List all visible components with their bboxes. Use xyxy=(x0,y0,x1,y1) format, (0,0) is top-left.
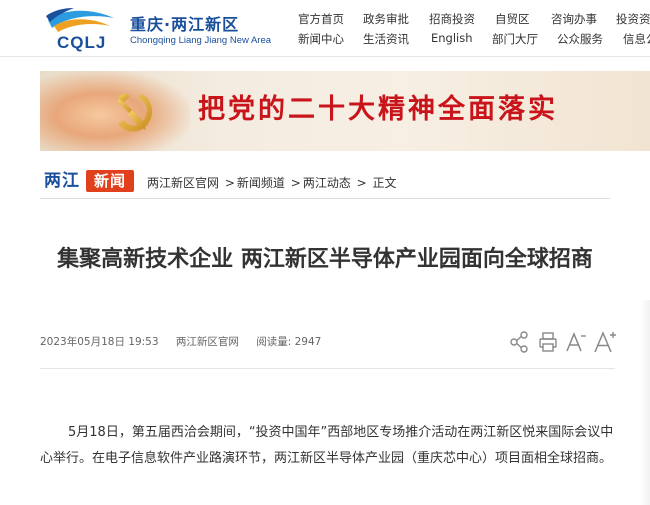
print-icon[interactable] xyxy=(538,330,558,354)
nav-item-investment[interactable]: 招商投资 xyxy=(429,11,475,27)
nav-item-public-service[interactable]: 公众服务 xyxy=(557,31,603,47)
nav-item-home[interactable]: 官方首页 xyxy=(298,11,344,27)
nav-item-approval[interactable]: 政务审批 xyxy=(363,11,409,27)
nav-item-departments[interactable]: 部门大厅 xyxy=(492,31,538,47)
site-logo[interactable]: CQLJ 重庆·两江新区 Chongqing Liang Jiang New A… xyxy=(44,6,284,52)
breadcrumb: 两江新区官网 > 新闻频道 > 两江动态 > 正文 xyxy=(147,174,397,191)
article-tools xyxy=(509,330,619,354)
breadcrumb-item-liangjiang-updates[interactable]: 两江动态 xyxy=(303,176,351,190)
breadcrumb-item-news-channel[interactable]: 新闻频道 xyxy=(237,176,285,190)
banner-slogan: 把党的二十大精神全面落实 xyxy=(198,94,558,125)
breadcrumb-item-official-site[interactable]: 两江新区官网 xyxy=(147,176,219,190)
article-title: 集聚高新技术企业 两江新区半导体产业园面向全球招商 xyxy=(57,247,593,272)
news-logo-left: 两江 xyxy=(44,171,80,191)
breadcrumb-separator: > xyxy=(290,176,301,190)
campaign-banner[interactable]: 把党的二十大精神全面落实 xyxy=(40,71,650,151)
page-scrollbar[interactable] xyxy=(640,300,650,505)
news-logo-right: 新闻 xyxy=(86,170,134,192)
nav-item-ftz[interactable]: 自贸区 xyxy=(495,11,530,27)
nav-item-info-disclosure[interactable]: 信息公 xyxy=(623,31,650,47)
article-meta: 2023年05月18日 19:53 两江新区官网 阅读量: 2947 xyxy=(40,334,335,349)
share-icon[interactable] xyxy=(509,330,531,354)
breadcrumb-bar: 两江 新闻 两江新区官网 > 新闻频道 > 两江动态 > 正文 xyxy=(40,163,610,199)
breadcrumb-separator: > xyxy=(224,176,235,190)
article-paragraph: 5月18日，第五届西洽会期间，“投资中国年”西部地区专场推介活动在两江新区悦来国… xyxy=(40,425,614,466)
nav-item-life[interactable]: 生活资讯 xyxy=(363,31,409,47)
logo-abbr: CQLJ xyxy=(57,33,107,52)
article-date: 2023年05月18日 19:53 xyxy=(40,336,159,348)
liangjiang-news-logo[interactable]: 两江 新闻 xyxy=(44,169,140,193)
font-increase-icon[interactable] xyxy=(593,330,617,354)
logo-title: 重庆·两江新区 xyxy=(130,15,240,34)
views-label: 阅读量: xyxy=(256,336,292,348)
breadcrumb-separator: > xyxy=(356,176,367,190)
nav-item-consult[interactable]: 咨询办事 xyxy=(551,11,597,27)
party-emblem-icon xyxy=(117,93,153,132)
nav-item-english[interactable]: English xyxy=(431,31,473,45)
breadcrumb-item-current: 正文 xyxy=(372,176,397,190)
views-count: 2947 xyxy=(294,336,322,348)
article-source: 两江新区官网 xyxy=(175,336,239,348)
top-nav: 官方首页 政务审批 招商投资 自贸区 咨询办事 投资资 新闻中心 生活资讯 En… xyxy=(295,7,650,51)
site-header: CQLJ 重庆·两江新区 Chongqing Liang Jiang New A… xyxy=(0,0,650,57)
meta-divider xyxy=(40,368,615,369)
font-decrease-icon[interactable] xyxy=(565,330,587,354)
nav-item-invest-info[interactable]: 投资资 xyxy=(616,11,650,27)
nav-item-news[interactable]: 新闻中心 xyxy=(298,31,344,47)
logo-subtitle: Chongqing Liang Jiang New Area xyxy=(130,35,272,46)
